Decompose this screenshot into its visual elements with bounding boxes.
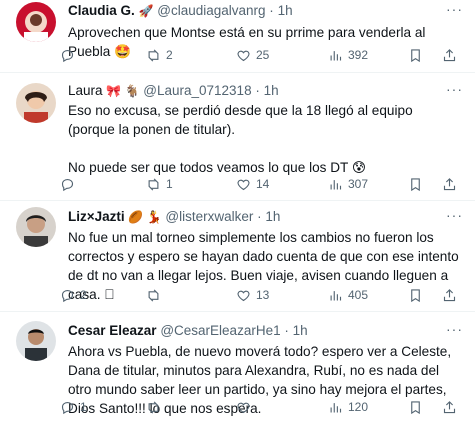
retweet-button[interactable] bbox=[146, 397, 166, 417]
reply-button[interactable]: 2 bbox=[60, 285, 87, 305]
share-icon bbox=[443, 400, 456, 413]
reply-button[interactable] bbox=[60, 45, 80, 65]
tweet-2[interactable]: Laura 🎀 🐐 @Laura_0712318 · 1h ··· Eso no… bbox=[0, 73, 475, 201]
views-button[interactable]: 307 bbox=[328, 174, 368, 194]
more-options-icon[interactable]: ··· bbox=[446, 322, 463, 336]
retweet-button[interactable]: 2 bbox=[146, 45, 173, 65]
retweet-count: 2 bbox=[166, 48, 173, 62]
retweet-icon bbox=[148, 177, 159, 191]
timestamp[interactable]: 1h bbox=[265, 209, 280, 224]
timestamp[interactable]: 1h bbox=[293, 323, 308, 338]
display-name[interactable]: Liz×Jazti bbox=[68, 209, 125, 224]
share-button[interactable] bbox=[442, 285, 457, 305]
tweet-header: Claudia G. 🚀 @claudiagalvanrg · 1h bbox=[68, 3, 465, 21]
bookmark-icon bbox=[411, 177, 420, 191]
separator: · bbox=[269, 3, 274, 18]
tweet-header: Cesar Eleazar @CesarEleazarHe1 · 1h bbox=[68, 323, 465, 341]
bookmark-button[interactable] bbox=[408, 45, 423, 65]
display-name[interactable]: Laura bbox=[68, 83, 103, 98]
timestamp[interactable]: 1h bbox=[278, 3, 293, 18]
bookmark-icon bbox=[411, 48, 420, 62]
timestamp[interactable]: 1h bbox=[264, 83, 279, 98]
more-options-icon[interactable]: ··· bbox=[446, 2, 463, 16]
reply-icon bbox=[61, 289, 74, 302]
bookmark-button[interactable] bbox=[408, 397, 423, 417]
share-icon bbox=[443, 48, 456, 61]
reply-count: 2 bbox=[80, 288, 87, 302]
views-button[interactable]: 120 bbox=[328, 397, 368, 417]
tweet-1[interactable]: Claudia G. 🚀 @claudiagalvanrg · 1h ··· A… bbox=[0, 0, 475, 73]
avatar[interactable] bbox=[16, 83, 56, 123]
views-button[interactable]: 405 bbox=[328, 285, 368, 305]
reply-button[interactable] bbox=[60, 174, 80, 194]
separator: · bbox=[255, 83, 260, 98]
share-icon bbox=[443, 288, 456, 301]
like-button[interactable]: 25 bbox=[236, 45, 269, 65]
heart-icon bbox=[237, 50, 250, 61]
display-name[interactable]: Cesar Eleazar bbox=[68, 323, 157, 338]
tweet-actions: 1 14 307 bbox=[60, 174, 467, 194]
user-handle[interactable]: @CesarEleazarHe1 bbox=[160, 323, 280, 338]
view-count: 307 bbox=[348, 177, 369, 191]
heart-icon bbox=[237, 402, 250, 413]
display-name[interactable]: Claudia G. bbox=[68, 3, 135, 18]
user-handle[interactable]: @claudiagalvanrg bbox=[157, 3, 265, 18]
retweet-button[interactable]: 1 bbox=[146, 174, 173, 194]
analytics-icon bbox=[330, 50, 342, 60]
like-button[interactable] bbox=[236, 397, 256, 417]
view-count: 120 bbox=[348, 400, 369, 414]
like-count: 13 bbox=[256, 288, 270, 302]
analytics-icon bbox=[330, 290, 342, 300]
bookmark-icon bbox=[411, 400, 420, 414]
name-emoji: 🎀 🐐 bbox=[106, 84, 140, 98]
avatar[interactable] bbox=[16, 2, 56, 42]
views-button[interactable]: 392 bbox=[328, 45, 368, 65]
analytics-icon bbox=[330, 179, 342, 189]
like-button[interactable]: 14 bbox=[236, 174, 269, 194]
reply-icon bbox=[61, 49, 74, 62]
tweet-actions: 2 25 392 bbox=[60, 45, 467, 65]
more-options-icon[interactable]: ··· bbox=[446, 82, 463, 96]
user-handle[interactable]: @listerxwalker bbox=[165, 209, 253, 224]
like-count: 25 bbox=[256, 48, 270, 62]
avatar[interactable] bbox=[16, 321, 56, 361]
bookmark-button[interactable] bbox=[408, 285, 423, 305]
analytics-icon bbox=[330, 402, 342, 412]
tweet-actions: 2 13 405 bbox=[60, 285, 467, 305]
heart-icon bbox=[237, 290, 250, 301]
bookmark-button[interactable] bbox=[408, 174, 423, 194]
tweet-header: Liz×Jazti 🏉 💃 @listerxwalker · 1h bbox=[68, 209, 465, 227]
user-handle[interactable]: @Laura_0712318 bbox=[143, 83, 251, 98]
view-count: 405 bbox=[348, 288, 369, 302]
share-button[interactable] bbox=[442, 397, 457, 417]
heart-icon bbox=[237, 179, 250, 190]
tweet-header: Laura 🎀 🐐 @Laura_0712318 · 1h bbox=[68, 83, 465, 101]
tweet-text: Eso no excusa, se perdió desde que la 18… bbox=[68, 103, 413, 175]
separator: · bbox=[284, 323, 289, 338]
avatar[interactable] bbox=[16, 207, 56, 247]
share-icon bbox=[443, 177, 456, 190]
retweet-button[interactable] bbox=[146, 285, 166, 305]
tweet-3[interactable]: Liz×Jazti 🏉 💃 @listerxwalker · 1h ··· No… bbox=[0, 201, 475, 312]
reply-count: 1 bbox=[80, 400, 87, 414]
share-button[interactable] bbox=[442, 174, 457, 194]
reply-button[interactable]: 1 bbox=[60, 397, 87, 417]
tweet-actions: 1 120 bbox=[60, 397, 467, 417]
like-count: 14 bbox=[256, 177, 270, 191]
separator: · bbox=[257, 209, 262, 224]
reply-icon bbox=[61, 401, 74, 414]
share-button[interactable] bbox=[442, 45, 457, 65]
like-button[interactable]: 13 bbox=[236, 285, 269, 305]
view-count: 392 bbox=[348, 48, 369, 62]
retweet-icon bbox=[148, 400, 159, 414]
name-emoji: 🏉 💃 bbox=[128, 210, 162, 224]
tweet-4[interactable]: Cesar Eleazar @CesarEleazarHe1 · 1h ··· … bbox=[0, 312, 475, 423]
name-emoji: 🚀 bbox=[138, 4, 154, 18]
reply-icon bbox=[61, 178, 74, 191]
more-options-icon[interactable]: ··· bbox=[446, 208, 463, 222]
retweet-count: 1 bbox=[166, 177, 173, 191]
bookmark-icon bbox=[411, 288, 420, 302]
retweet-icon bbox=[148, 288, 159, 302]
retweet-icon bbox=[148, 48, 159, 62]
